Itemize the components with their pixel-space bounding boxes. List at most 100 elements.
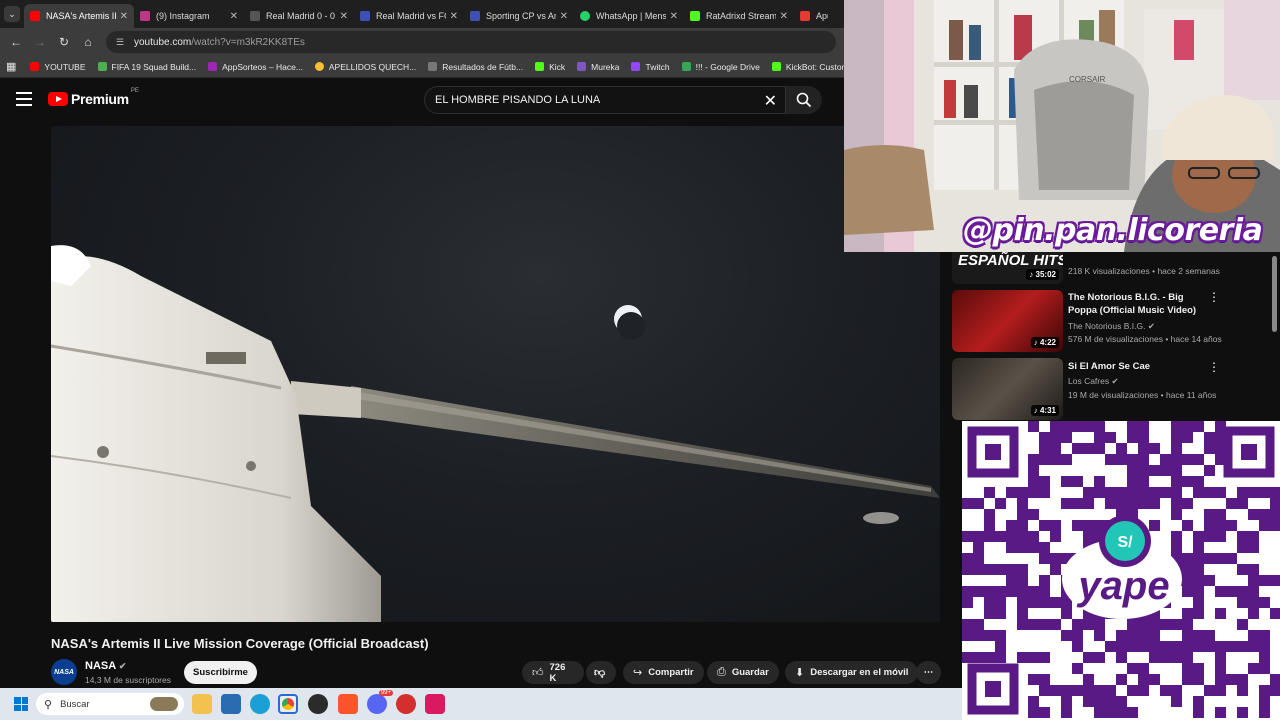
- forward-icon[interactable]: →: [28, 30, 52, 54]
- bookmark-youtube[interactable]: YOUTUBE: [30, 62, 86, 72]
- bookmark-kick[interactable]: Kick: [535, 62, 565, 72]
- bookmark-apellidos[interactable]: APELLIDOS QUECH...: [314, 62, 416, 72]
- close-tab-icon[interactable]: ✕: [120, 11, 128, 22]
- bookmark-twitch[interactable]: Twitch: [631, 61, 670, 72]
- close-tab-icon[interactable]: ✕: [560, 11, 568, 22]
- share-label: Compartir: [648, 667, 694, 678]
- edge-icon[interactable]: [250, 694, 270, 714]
- share-button[interactable]: ↪ Compartir: [623, 661, 704, 684]
- obs-icon[interactable]: [308, 694, 328, 714]
- reload-icon[interactable]: ↻: [52, 30, 76, 54]
- yape-logo-text: yape: [1076, 564, 1169, 608]
- verified-icon: ✔: [1147, 321, 1155, 331]
- apps-icon[interactable]: ▦: [6, 60, 16, 73]
- back-icon[interactable]: ←: [4, 30, 28, 54]
- discord-icon[interactable]: 99+: [367, 690, 393, 714]
- kick-icon: [535, 62, 545, 71]
- tab-5[interactable]: WhatsApp | Mens ✕: [574, 4, 684, 28]
- channel-name[interactable]: NASA ✔: [85, 660, 126, 672]
- chair-logo-text: CORSAIR: [1069, 75, 1106, 84]
- taskbar-search-input[interactable]: ⚲ Buscar: [36, 693, 184, 715]
- bookmark-label: Twitch: [645, 61, 670, 72]
- duration-badge: ♪ 35:02: [1026, 269, 1059, 280]
- duration-badge: ♪ 4:22: [1030, 337, 1059, 348]
- tab-7[interactable]: Apue: [794, 4, 834, 28]
- twitch-icon: [631, 62, 641, 71]
- mureka-icon: [577, 62, 587, 71]
- chrome-icon[interactable]: [278, 694, 298, 714]
- like-button[interactable]: 👍︎ 726 K: [522, 661, 584, 684]
- tab-2[interactable]: Real Madrid 0 - 0 ✕: [244, 4, 354, 28]
- save-button[interactable]: ⎙ Guardar: [707, 661, 779, 684]
- tab-4[interactable]: Sporting CP vs Ar ✕: [464, 4, 574, 28]
- video-title[interactable]: Si El Amor Se Cae: [1068, 360, 1203, 373]
- bookmark-appsorteos[interactable]: AppSorteos – Hace...: [208, 62, 303, 72]
- dislike-button[interactable]: 👎︎: [586, 661, 616, 684]
- save-label: Guardar: [731, 667, 769, 678]
- channel-avatar[interactable]: NASA: [51, 659, 77, 685]
- tab-title: (9) Instagram: [156, 11, 210, 21]
- like-count: 726 K: [549, 661, 566, 684]
- more-options-icon[interactable]: ⋮: [1208, 360, 1220, 374]
- address-bar[interactable]: ☰ youtube.com/watch?v=m3kR2KK8TEs: [106, 31, 836, 53]
- clear-search-icon[interactable]: ✕: [764, 91, 777, 111]
- whatsapp-favicon-icon: [580, 11, 590, 21]
- tab-0[interactable]: NASA's Artemis II ✕: [24, 4, 134, 28]
- video-title: NASA's Artemis II Live Mission Coverage …: [51, 636, 429, 651]
- qr-code: S/ yape: [962, 421, 1280, 720]
- more-icon: ⋯: [923, 667, 934, 678]
- windows-start-icon[interactable]: [14, 697, 28, 711]
- earth-crescent: [614, 305, 645, 340]
- download-label: Descargar en el móvil: [810, 667, 909, 678]
- file-explorer-icon[interactable]: [192, 694, 212, 714]
- brave-icon[interactable]: [338, 694, 358, 714]
- video-thumbnail[interactable]: ♪ 4:22: [952, 290, 1063, 352]
- thumbs-up-icon: 👍︎: [532, 667, 544, 679]
- search-button[interactable]: [786, 86, 822, 114]
- close-tab-icon[interactable]: ✕: [230, 11, 238, 22]
- video-thumbnail[interactable]: ♪ 4:31: [952, 358, 1063, 420]
- tab-title: Sporting CP vs Ar: [486, 11, 556, 21]
- bookmark-mureka[interactable]: Mureka: [577, 62, 619, 72]
- download-button[interactable]: ⬇ Descargar en el móvil: [785, 661, 919, 684]
- store-icon[interactable]: [221, 694, 241, 714]
- video-player[interactable]: [51, 126, 940, 622]
- close-tab-icon[interactable]: ✕: [670, 11, 678, 22]
- video-meta: 576 M de visualizaciones • hace 14 años: [1068, 334, 1222, 344]
- home-icon[interactable]: ⌂: [76, 30, 100, 54]
- youtube-logo[interactable]: Premium PE: [48, 88, 139, 107]
- channel-text: The Notorious B.I.G.: [1068, 321, 1146, 331]
- youtube-play-icon: [48, 92, 68, 106]
- channel-name[interactable]: Los Cafres ✔: [1068, 376, 1119, 387]
- search-input[interactable]: EL HOMBRE PISANDO LA LUNA ✕: [424, 86, 786, 114]
- chevron-down-icon: ⌄: [4, 6, 20, 22]
- app-icon[interactable]: [396, 694, 416, 714]
- bookmark-fifa[interactable]: FIFA 19 Squad Build...: [97, 62, 196, 72]
- close-tab-icon[interactable]: ✕: [780, 11, 788, 22]
- tab-6[interactable]: RatAdrixd Stream ✕: [684, 4, 794, 28]
- youtube-icon: [30, 62, 40, 71]
- more-options-icon[interactable]: ⋮: [1208, 290, 1220, 304]
- site-info-icon[interactable]: ☰: [114, 36, 126, 48]
- tab-3[interactable]: Real Madrid vs FC ✕: [354, 4, 464, 28]
- bookmark-google-drive[interactable]: !!! - Google Drive: [681, 62, 760, 72]
- tab-title: Real Madrid vs FC: [376, 11, 446, 21]
- tab-search-button[interactable]: ⌄: [0, 0, 24, 28]
- subscribe-button[interactable]: Suscribirme: [184, 661, 257, 684]
- scrollbar[interactable]: [1272, 256, 1277, 332]
- tab-1[interactable]: (9) Instagram ✕: [134, 4, 244, 28]
- channel-name[interactable]: The Notorious B.I.G. ✔: [1068, 321, 1155, 332]
- kickbot-icon: [771, 62, 781, 71]
- close-tab-icon[interactable]: ✕: [340, 11, 348, 22]
- close-tab-icon[interactable]: ✕: [450, 11, 458, 22]
- video-meta: 218 K visualizaciones • hace 2 semanas: [1068, 266, 1220, 276]
- tab-title: Real Madrid 0 - 0: [266, 11, 336, 21]
- bookmark-label: Resultados de Fútb...: [442, 61, 524, 72]
- app-icon[interactable]: [425, 694, 445, 714]
- instagram-favicon-icon: [140, 11, 150, 21]
- more-actions-button[interactable]: ⋯: [916, 661, 941, 684]
- menu-icon[interactable]: [16, 92, 32, 106]
- bookmark-label: AppSorteos – Hace...: [222, 61, 303, 72]
- bookmark-resultados[interactable]: Resultados de Fútb...: [428, 62, 523, 72]
- video-title[interactable]: The Notorious B.I.G. - Big Poppa (Offici…: [1068, 291, 1203, 317]
